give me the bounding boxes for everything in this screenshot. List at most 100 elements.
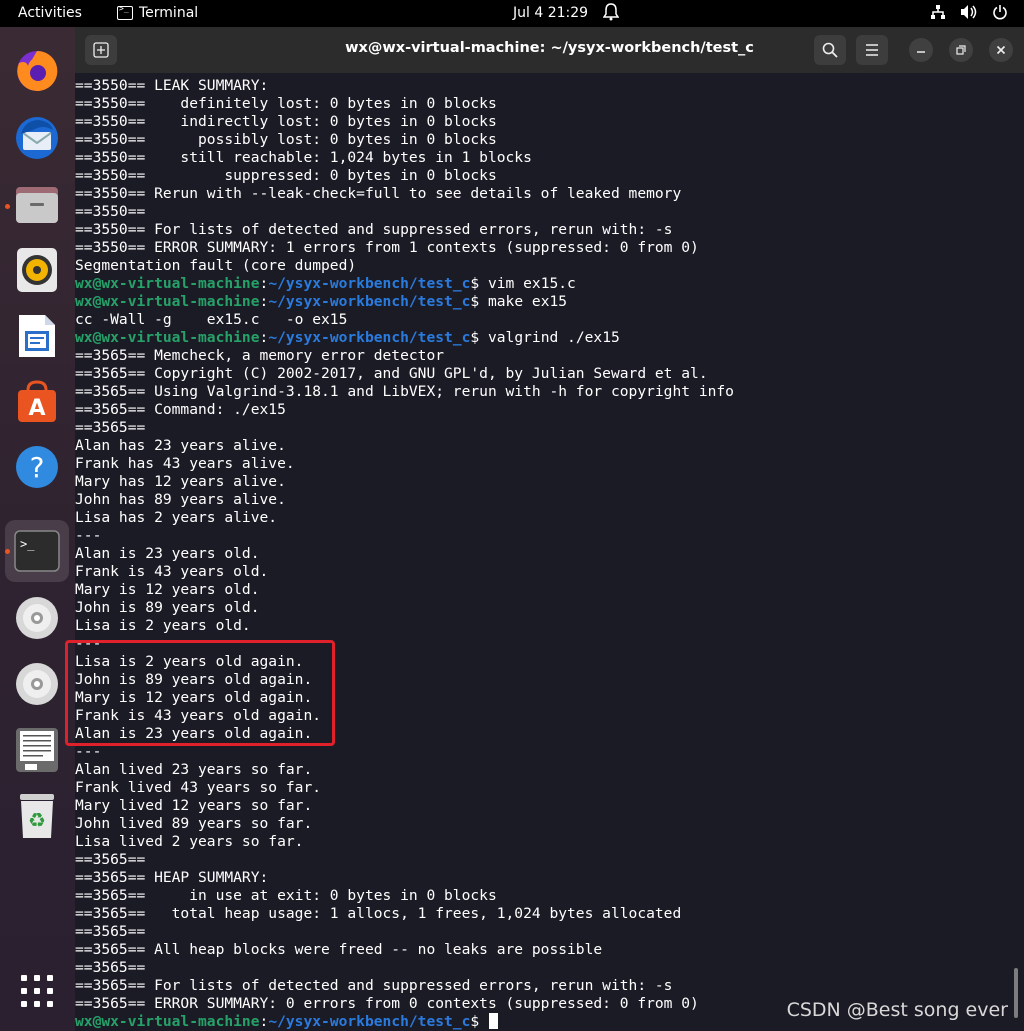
volume-icon (960, 4, 978, 24)
line-text: Alan is 23 years old. (75, 545, 260, 562)
top-bar: Activities Terminal Jul 4 21:29 (0, 0, 1024, 27)
close-icon (996, 45, 1006, 55)
minimize-icon (917, 51, 925, 53)
dock-terminal[interactable]: >_ (13, 527, 61, 575)
prompt-separator: : (259, 293, 269, 310)
terminal-line: ==3565== (75, 419, 734, 437)
svg-text:A: A (28, 396, 45, 421)
watermark: CSDN @Best song ever (786, 999, 1008, 1021)
terminal-icon: >_ (14, 530, 60, 572)
terminal-cursor (488, 1013, 498, 1029)
line-text: ==3550== definitely lost: 0 bytes in 0 b… (75, 95, 497, 112)
dock-rhythmbox[interactable] (13, 246, 61, 294)
terminal-output[interactable]: ==3550== LEAK SUMMARY: ==3550== definitel… (75, 73, 1024, 1031)
dock-files[interactable] (13, 180, 61, 228)
terminal-line: Mary is 12 years old. (75, 581, 734, 599)
line-text: Lisa is 2 years old. (75, 617, 251, 634)
thunderbird-icon (16, 117, 58, 159)
line-text: ==3550== (75, 203, 146, 220)
terminal-line: ==3565== All heap blocks were freed -- n… (75, 941, 734, 959)
line-text: vim ex15.c (487, 275, 576, 292)
search-icon (822, 42, 838, 58)
terminal-line: Alan lived 23 years so far. (75, 761, 734, 779)
text-editor-icon (16, 728, 58, 772)
terminal-line: Frank is 43 years old. (75, 563, 734, 581)
prompt-end: $ (470, 1013, 488, 1030)
search-button[interactable] (814, 35, 846, 65)
restore-icon (956, 45, 966, 55)
terminal-icon (117, 4, 133, 20)
terminal-line: ==3550== definitely lost: 0 bytes in 0 b… (75, 95, 734, 113)
prompt-end: $ (470, 275, 488, 292)
terminal-line: Lisa is 2 years old. (75, 617, 734, 635)
dock-firefox[interactable] (13, 47, 61, 95)
line-text: ==3550== ERROR SUMMARY: 1 errors from 1 … (75, 239, 699, 256)
dock-app-center[interactable]: A (13, 377, 61, 425)
dock-thunderbird[interactable] (13, 114, 61, 162)
terminal-line: John lived 89 years so far. (75, 815, 734, 833)
terminal-line: Lisa has 2 years alive. (75, 509, 734, 527)
prompt-user: wx@wx-virtual-machine (75, 329, 260, 346)
dock-writer[interactable] (13, 312, 61, 360)
dock-show-apps[interactable] (13, 967, 61, 1015)
terminal-line: ==3550== LEAK SUMMARY: (75, 77, 734, 95)
app-menu-label: Terminal (139, 5, 199, 21)
line-text: ==3565== Memcheck, a memory error detect… (75, 347, 445, 364)
dock-dvd-2[interactable] (13, 660, 61, 708)
network-icon (930, 4, 946, 24)
terminal-line: Lisa lived 2 years so far. (75, 833, 734, 851)
dock: A ? >_ ♻ (0, 27, 75, 1031)
firefox-icon (17, 50, 58, 91)
scrollbar[interactable] (1014, 968, 1018, 1018)
line-text: make ex15 (487, 293, 568, 310)
line-text: ==3565== (75, 851, 146, 868)
dock-trash[interactable]: ♻ (13, 792, 61, 840)
close-button[interactable] (989, 38, 1013, 62)
prompt-user: wx@wx-virtual-machine (75, 275, 260, 292)
terminal-line: ==3565== Memcheck, a memory error detect… (75, 347, 734, 365)
hamburger-icon (866, 44, 878, 56)
line-text: ==3550== LEAK SUMMARY: (75, 77, 269, 94)
line-text: ==3565== HEAP SUMMARY: (75, 869, 269, 886)
prompt-path: ~/ysyx-workbench/test_c (268, 1013, 471, 1030)
app-center-icon: A (18, 380, 56, 422)
prompt-end: $ (470, 293, 488, 310)
line-text: valgrind ./ex15 (487, 329, 620, 346)
terminal-line: Mary has 12 years alive. (75, 473, 734, 491)
line-text: ==3550== suppressed: 0 bytes in 0 blocks (75, 167, 497, 184)
line-text: Mary lived 12 years so far. (75, 797, 313, 814)
terminal-line: ==3565== ERROR SUMMARY: 0 errors from 0 … (75, 995, 734, 1013)
line-text: Mary is 12 years old. (75, 581, 260, 598)
prompt-path: ~/ysyx-workbench/test_c (268, 293, 471, 310)
terminal-line: ==3565== (75, 851, 734, 869)
dvd-drive-icon (16, 597, 58, 639)
clock[interactable]: Jul 4 21:29 (513, 5, 588, 21)
line-text: ==3565== (75, 419, 146, 436)
prompt-user: wx@wx-virtual-machine (75, 293, 260, 310)
minimize-button[interactable] (909, 38, 933, 62)
dock-dvd-1[interactable] (13, 594, 61, 642)
dock-text-editor[interactable] (13, 726, 61, 774)
activities-button[interactable]: Activities (18, 5, 82, 21)
running-indicator (5, 204, 10, 209)
terminal-line: Frank lived 43 years so far. (75, 779, 734, 797)
terminal-line: ==3550== suppressed: 0 bytes in 0 blocks (75, 167, 734, 185)
line-text: ==3565== Command: ./ex15 (75, 401, 286, 418)
terminal-line: John has 89 years alive. (75, 491, 734, 509)
menu-button[interactable] (856, 35, 888, 65)
dock-help[interactable]: ? (13, 443, 61, 491)
terminal-line: Frank has 43 years alive. (75, 455, 734, 473)
line-text: ==3565== Using Valgrind-3.18.1 and LibVE… (75, 383, 734, 400)
line-text: ==3565== For lists of detected and suppr… (75, 977, 673, 994)
terminal-line: ==3565== in use at exit: 0 bytes in 0 bl… (75, 887, 734, 905)
prompt-path: ~/ysyx-workbench/test_c (268, 275, 471, 292)
terminal-line: ==3550== Rerun with --leak-check=full to… (75, 185, 734, 203)
terminal-line: cc -Wall -g ex15.c -o ex15 (75, 311, 734, 329)
maximize-button[interactable] (949, 38, 973, 62)
prompt-separator: : (259, 329, 269, 346)
line-text: ==3565== Copyright (C) 2002-2017, and GN… (75, 365, 708, 382)
system-tray[interactable] (930, 4, 1008, 24)
app-menu[interactable]: Terminal (117, 4, 199, 21)
terminal-window: wx@wx-virtual-machine: ~/ysyx-workbench/… (75, 27, 1024, 1031)
window-titlebar[interactable]: wx@wx-virtual-machine: ~/ysyx-workbench/… (75, 27, 1024, 73)
